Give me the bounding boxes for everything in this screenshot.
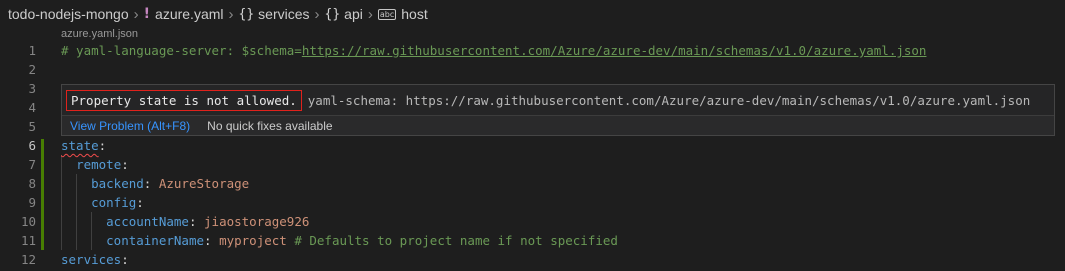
code-line-1[interactable]: # yaml-language-server: $schema=https://… <box>61 41 926 60</box>
line-number: 1 <box>28 43 36 58</box>
line-number: 10 <box>20 214 36 229</box>
comment: # Defaults to project name if not specif… <box>294 233 618 248</box>
breadcrumb: todo-nodejs-mongo › ! azure.yaml › {} se… <box>0 0 1065 28</box>
line-number: 3 <box>28 81 36 96</box>
breadcrumb-services-label: services <box>258 6 310 22</box>
line-number: 5 <box>28 119 36 134</box>
chevron-right-icon: › <box>367 5 373 23</box>
code-line-6[interactable]: state: <box>61 136 106 155</box>
error-source: yaml-schema: https://raw.githubuserconte… <box>307 92 1031 108</box>
remote-key: remote <box>76 157 122 172</box>
breadcrumb-services[interactable]: {} services <box>239 6 310 22</box>
services-key: services <box>61 252 122 267</box>
line-number: 4 <box>28 100 36 115</box>
object-icon: {} <box>238 6 255 22</box>
code-line-9[interactable]: config: <box>61 193 144 212</box>
view-problem-link[interactable]: View Problem (Alt+F8) <box>70 119 190 133</box>
code-line-10[interactable]: accountName: jiaostorage926 <box>61 212 309 231</box>
breadcrumb-api-label: api <box>344 6 363 22</box>
breadcrumb-file[interactable]: ! azure.yaml <box>144 6 224 22</box>
code-line-11[interactable]: containerName: myproject # Defaults to p… <box>61 231 618 250</box>
accountName-key: accountName <box>106 214 189 229</box>
config-key: config <box>91 195 137 210</box>
code-line-7[interactable]: remote: <box>61 155 129 174</box>
yaml-file-icon: ! <box>143 6 151 22</box>
state-key: state <box>61 138 99 153</box>
error-message: Property state is not allowed. <box>66 89 302 111</box>
backend-value: AzureStorage <box>158 176 250 191</box>
breadcrumb-project[interactable]: todo-nodejs-mongo <box>8 6 129 22</box>
accountName-value: jiaostorage926 <box>204 214 310 229</box>
code-line-12[interactable]: services: <box>61 250 129 269</box>
schema-link[interactable]: https://raw.githubusercontent.com/Azure/… <box>302 43 927 58</box>
breadcrumb-host[interactable]: abc host <box>377 6 428 22</box>
line-number: 6 <box>28 138 36 153</box>
hover-status-bar: View Problem (Alt+F8) No quick fixes ava… <box>62 115 1054 135</box>
chevron-right-icon: › <box>228 5 234 23</box>
breadcrumb-host-label: host <box>401 6 428 22</box>
line-number: 11 <box>20 233 36 248</box>
line-number: 12 <box>20 252 36 267</box>
breadcrumb-file-label: azure.yaml <box>155 6 224 22</box>
schema-codelens[interactable]: azure.yaml.json <box>61 28 138 42</box>
code-line-8[interactable]: backend: AzureStorage <box>61 174 249 193</box>
line-number: 9 <box>28 195 36 210</box>
chevron-right-icon: › <box>314 5 320 23</box>
line-number: 8 <box>28 176 36 191</box>
containerName-value: myproject <box>219 233 287 248</box>
hover-message-row: Property state is not allowed. yaml-sche… <box>66 87 1030 113</box>
chevron-right-icon: › <box>133 5 139 23</box>
object-icon: {} <box>324 6 341 22</box>
comment: # yaml-language-server: $schema= <box>61 43 302 58</box>
breadcrumb-api[interactable]: {} api <box>325 6 363 22</box>
line-number: 7 <box>28 157 36 172</box>
hover-widget: Property state is not allowed. yaml-sche… <box>61 84 1055 136</box>
string-icon: abc <box>377 8 397 20</box>
no-quick-fixes-label: No quick fixes available <box>207 118 333 133</box>
line-number: 2 <box>28 62 36 77</box>
git-modified-indicator <box>41 139 44 250</box>
containerName-key: containerName <box>106 233 204 248</box>
backend-key: backend <box>91 176 144 191</box>
